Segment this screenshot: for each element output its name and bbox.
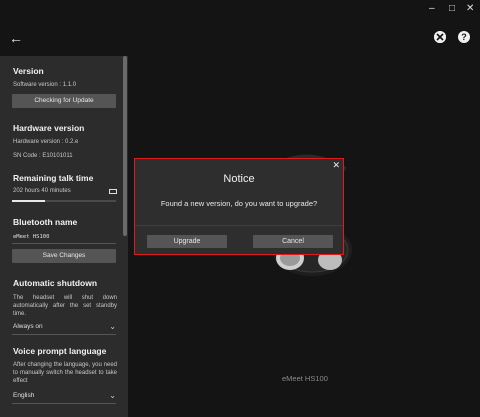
auto-shutdown-description: The headset will shut down automatically… [13, 295, 117, 317]
hardware-version-title: Hardware version [13, 123, 85, 133]
dialog-divider [135, 225, 343, 226]
hardware-version-text: Hardware version : 0.2.e [13, 139, 79, 145]
dialog-title: Notice [223, 173, 255, 185]
sidebar-scrollbar[interactable] [123, 56, 127, 236]
dialog-message: Found a new version, do you want to upgr… [160, 199, 318, 208]
chevron-down-icon: ⌄ [109, 391, 116, 400]
talk-time-title: Remaining talk time [13, 173, 94, 183]
battery-icon [109, 189, 117, 194]
save-changes-button[interactable]: Save Changes [12, 249, 116, 263]
close-window-button[interactable]: ✕ [466, 4, 474, 14]
voice-prompt-value: English [13, 392, 35, 399]
voice-prompt-description: After changing the language, you need to… [13, 362, 117, 384]
bluetooth-name-input[interactable]: eMeet HS100 [13, 234, 116, 240]
sn-code-text: SN Code : E10101011 [13, 153, 73, 159]
chevron-down-icon: ⌄ [109, 322, 116, 331]
voice-prompt-underline [12, 403, 116, 404]
back-arrow-icon[interactable]: ← [9, 30, 23, 46]
auto-shutdown-select[interactable]: Always on ⌄ [13, 322, 116, 331]
bluetooth-name-title: Bluetooth name [13, 217, 78, 227]
software-version-text: Software version : 1.1.0 [13, 82, 77, 88]
voice-prompt-select[interactable]: English ⌄ [13, 391, 116, 400]
upgrade-button[interactable]: Upgrade [147, 235, 227, 248]
maximize-button[interactable]: □ [449, 4, 455, 14]
auto-shutdown-underline [12, 334, 116, 335]
talk-time-progress-fill [12, 200, 46, 202]
device-name-label: eMeet HS100 [282, 374, 328, 383]
voice-prompt-title: Voice prompt language [13, 346, 107, 356]
help-icon[interactable]: ? [458, 31, 470, 43]
bluetooth-input-underline [12, 243, 116, 244]
dialog-close-icon[interactable]: ✕ [332, 160, 340, 171]
auto-shutdown-title: Automatic shutdown [13, 278, 98, 288]
version-title: Version [13, 66, 44, 76]
talk-time-progress [12, 200, 116, 202]
minimize-button[interactable]: – [429, 4, 435, 14]
upgrade-dialog: ✕ Notice Found a new version, do you wan… [134, 158, 344, 255]
check-update-button[interactable]: Checking for Update [12, 94, 116, 108]
talk-time-value: 202 hours 40 minutes [13, 188, 71, 194]
auto-shutdown-value: Always on [13, 323, 43, 330]
cancel-button[interactable]: Cancel [253, 235, 333, 248]
xbox-icon[interactable] [434, 31, 446, 43]
